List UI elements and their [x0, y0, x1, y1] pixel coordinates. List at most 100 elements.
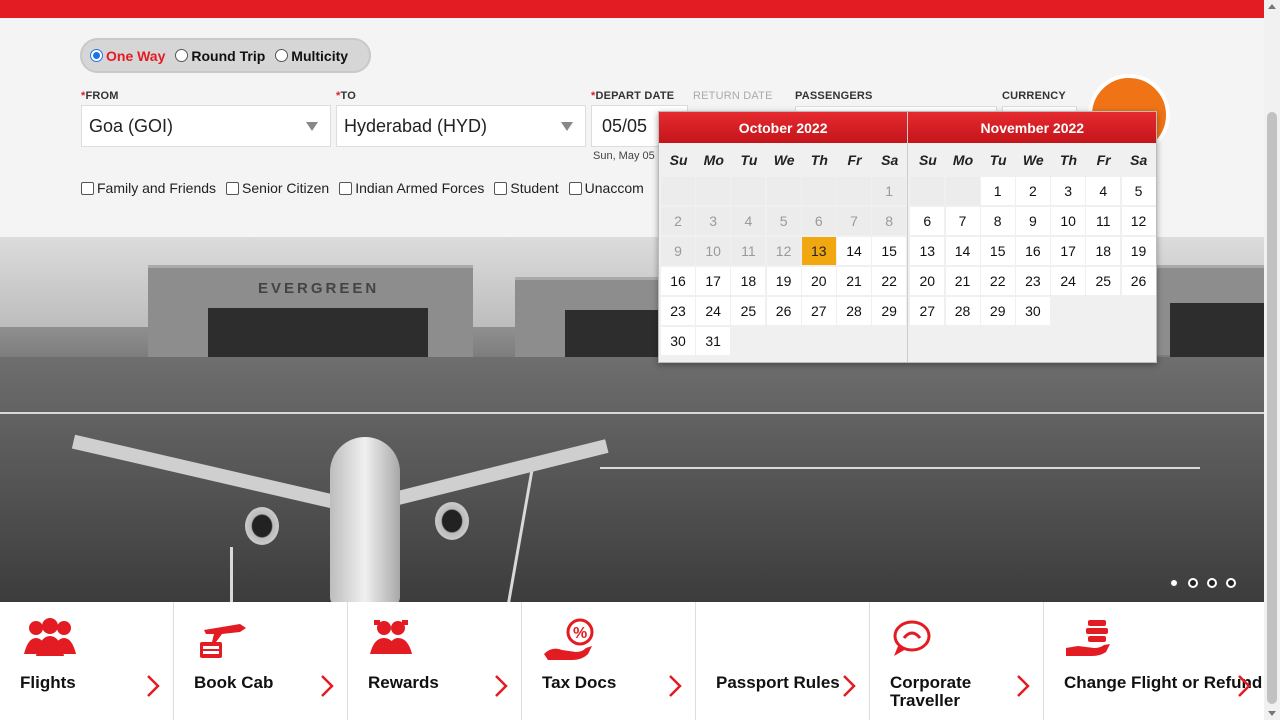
calendar-day[interactable]: 14 — [945, 237, 980, 265]
calendar-day[interactable]: 28 — [945, 297, 980, 325]
calendar-day[interactable]: 20 — [801, 267, 836, 295]
calendar-day[interactable]: 19 — [766, 267, 801, 295]
calendar-day[interactable]: 28 — [837, 297, 871, 325]
calendar-day[interactable]: 9 — [1015, 207, 1050, 235]
calendar-day[interactable]: 15 — [872, 237, 907, 265]
calendar-day[interactable]: 2 — [1015, 177, 1050, 205]
calendar-day[interactable]: 18 — [1086, 237, 1121, 265]
chevron-right-icon — [1238, 675, 1251, 697]
calendar-day[interactable]: 17 — [1051, 237, 1086, 265]
from-select[interactable]: Goa (GOI) — [81, 105, 331, 147]
calendar-day[interactable]: 18 — [731, 267, 766, 295]
service-label: Book Cab — [194, 673, 274, 692]
to-select[interactable]: Hyderabad (HYD) — [336, 105, 586, 147]
calendar-day[interactable]: 22 — [872, 267, 907, 295]
family-friends-checkbox[interactable] — [81, 181, 94, 195]
calendar-day[interactable]: 1 — [980, 177, 1015, 205]
calendar-day[interactable]: 17 — [696, 267, 731, 295]
service-tile-passport-rules[interactable]: Passport Rules — [696, 602, 870, 720]
calendar-day[interactable]: 8 — [980, 207, 1015, 235]
senior-citizen-checkbox[interactable] — [226, 181, 240, 195]
student-checkbox[interactable] — [494, 181, 508, 195]
calendar-day[interactable]: 20 — [910, 267, 945, 295]
carousel-dot-3[interactable] — [1207, 578, 1217, 588]
calendar-day-selected[interactable]: 13 — [801, 237, 836, 265]
calendar-day[interactable]: 21 — [945, 267, 980, 295]
carousel-dot-1[interactable] — [1169, 578, 1179, 588]
calendar-day[interactable]: 31 — [696, 327, 731, 355]
calendar-day[interactable]: 13 — [910, 237, 945, 265]
calendar-day[interactable]: 23 — [1015, 267, 1050, 295]
service-label: Rewards — [368, 673, 439, 692]
scroll-up-arrow-icon[interactable] — [1268, 4, 1276, 9]
unaccompanied-option[interactable]: Unaccom — [568, 180, 644, 196]
calendar-day[interactable]: 24 — [696, 297, 731, 325]
multicity-option[interactable]: Multicity — [275, 48, 348, 64]
scrollbar-thumb[interactable] — [1267, 112, 1277, 704]
depart-date-value: 05/05 — [602, 115, 648, 136]
one-way-option[interactable]: One Way — [90, 48, 165, 64]
calendar-day[interactable]: 12 — [1121, 207, 1156, 235]
calendar-day[interactable]: 10 — [1051, 207, 1086, 235]
month-title: October 2022 — [659, 112, 908, 143]
calendar-day[interactable]: 11 — [1086, 207, 1121, 235]
calendar-day[interactable]: 30 — [1015, 297, 1050, 325]
calendar-month: November 2022 Su Mo Tu We Th Fr Sa 12345… — [907, 112, 1157, 362]
scroll-down-arrow-icon[interactable] — [1268, 711, 1276, 716]
to-value: Hyderabad (HYD) — [344, 115, 488, 136]
tarmac — [0, 357, 1264, 602]
calendar-day[interactable]: 25 — [1086, 267, 1121, 295]
weekday-label: Tu — [989, 152, 1007, 168]
calendar-day[interactable]: 7 — [945, 207, 980, 235]
calendar-day[interactable]: 27 — [910, 297, 945, 325]
armed-forces-option[interactable]: Indian Armed Forces — [339, 180, 484, 196]
calendar-day[interactable]: 24 — [1051, 267, 1086, 295]
armed-forces-checkbox[interactable] — [339, 181, 353, 195]
calendar-day[interactable]: 14 — [837, 237, 871, 265]
calendar-day[interactable]: 16 — [1015, 237, 1050, 265]
one-way-radio[interactable] — [90, 49, 103, 62]
top-red-bar — [0, 0, 1264, 18]
senior-citizen-option[interactable]: Senior Citizen — [226, 180, 329, 196]
calendar-day[interactable]: 6 — [910, 207, 945, 235]
calendar-day[interactable]: 15 — [980, 237, 1015, 265]
carousel-dot-2[interactable] — [1188, 578, 1198, 588]
calendar-day[interactable]: 29 — [980, 297, 1015, 325]
family-friends-option[interactable]: Family and Friends — [81, 180, 216, 196]
calendar-day: 11 — [731, 237, 766, 265]
rewards-people-icon — [370, 620, 412, 654]
calendar-day[interactable]: 3 — [1051, 177, 1086, 205]
multicity-radio[interactable] — [275, 49, 289, 62]
round-trip-option[interactable]: Round Trip — [175, 48, 265, 64]
calendar-day[interactable]: 30 — [661, 327, 695, 355]
calendar-day[interactable]: 5 — [1121, 177, 1156, 205]
service-tile-tax-docs[interactable]: % Tax Docs — [522, 602, 696, 720]
fare-options: Family and Friends Senior Citizen Indian… — [81, 180, 644, 196]
round-trip-radio[interactable] — [175, 49, 189, 62]
calendar-day[interactable]: 29 — [872, 297, 907, 325]
calendar-day: 5 — [766, 207, 801, 235]
service-tile-corporate-traveller[interactable]: Corporate Traveller — [870, 602, 1044, 720]
page-scrollbar[interactable] — [1264, 0, 1280, 720]
service-tile-flights[interactable]: Flights — [0, 602, 174, 720]
unaccompanied-checkbox[interactable] — [568, 181, 582, 195]
calendar-day[interactable]: 22 — [980, 267, 1015, 295]
service-tile-change-flight-refund[interactable]: Change Flight or Refund — [1044, 602, 1264, 720]
service-tile-book-cab[interactable]: Book Cab — [174, 602, 348, 720]
calendar-day[interactable]: 26 — [766, 297, 801, 325]
calendar-day[interactable]: 21 — [837, 267, 871, 295]
calendar-day[interactable]: 25 — [731, 297, 766, 325]
calendar-empty-cell — [910, 177, 945, 205]
carousel-dot-4[interactable] — [1226, 578, 1236, 588]
services-bar: Flights Book Cab Rewards % Tax Docs Pass… — [0, 602, 1264, 720]
service-tile-rewards[interactable]: Rewards — [348, 602, 522, 720]
calendar-day[interactable]: 19 — [1121, 237, 1156, 265]
student-option[interactable]: Student — [494, 180, 559, 196]
calendar-day[interactable]: 4 — [1086, 177, 1121, 205]
calendar-day[interactable]: 23 — [661, 297, 695, 325]
date-picker-popup: October 2022 Su Mo Tu We Th Fr Sa 123456… — [658, 111, 1157, 363]
calendar-day[interactable]: 27 — [801, 297, 836, 325]
group-people-icon — [24, 618, 76, 656]
calendar-day[interactable]: 16 — [661, 267, 695, 295]
calendar-day[interactable]: 26 — [1121, 267, 1156, 295]
